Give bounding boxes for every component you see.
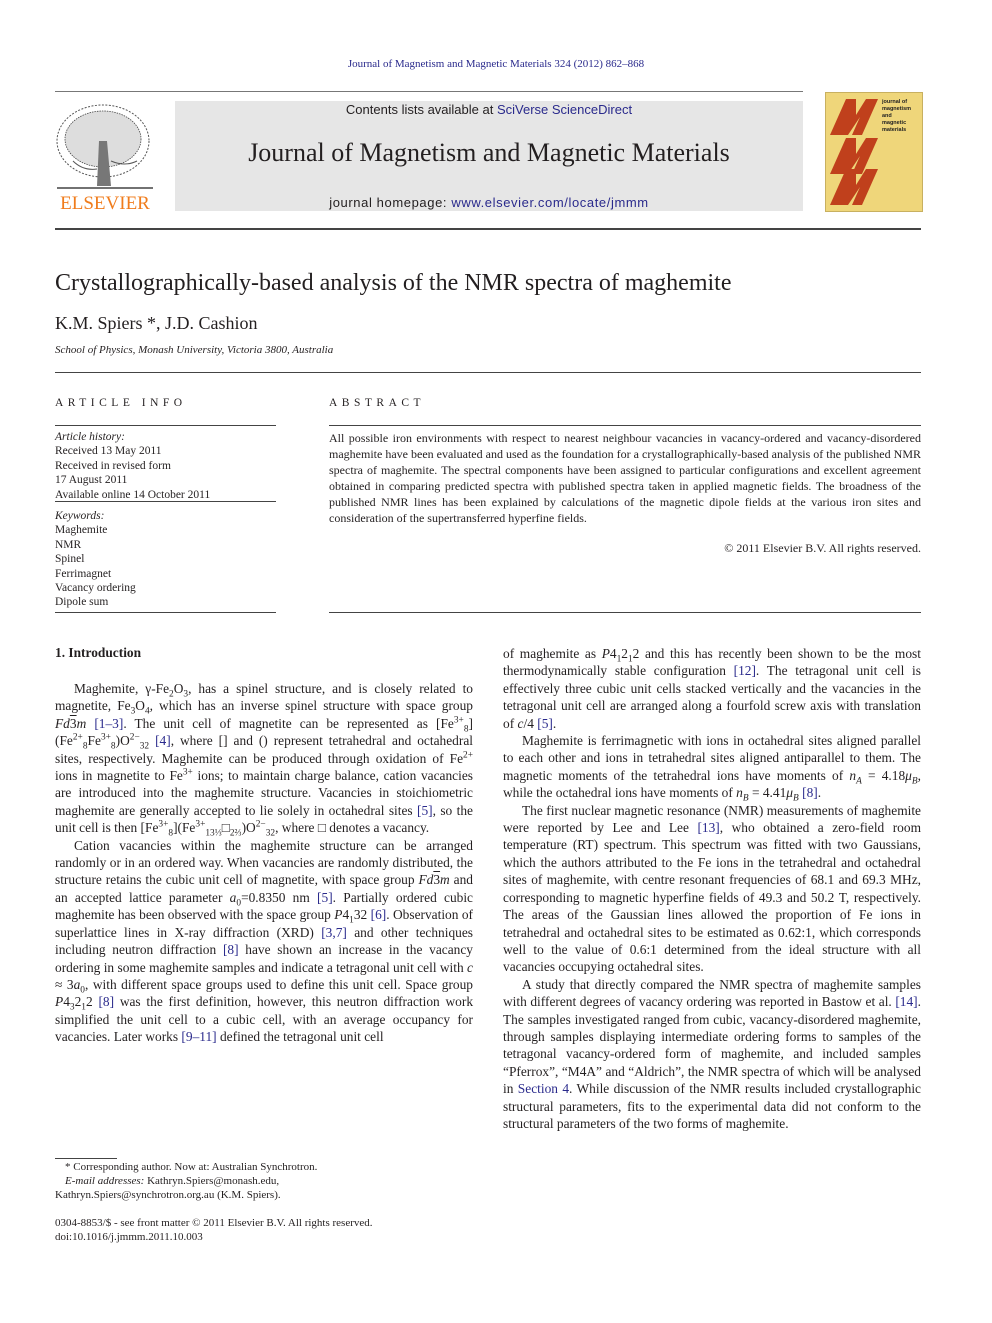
elsevier-tree-icon: ELSEVIER (56, 104, 153, 214)
journal-title: Journal of Magnetism and Magnetic Materi… (248, 138, 730, 167)
article-title: Crystallographically-based analysis of t… (55, 270, 732, 296)
footnote: * Corresponding author. Now at: Australi… (55, 1160, 495, 1202)
running-citation[interactable]: Journal of Magnetism and Magnetic Materi… (0, 58, 992, 70)
paragraph: Maghemite, γ-Fe2O3, has a spinel structu… (55, 681, 473, 839)
article-history: Article history: Received 13 May 2011 Re… (55, 430, 280, 502)
keyword-item: NMR (55, 538, 82, 551)
citation-link[interactable]: [13] (697, 820, 719, 835)
contents-line: Contents lists available at SciVerse Sci… (175, 102, 803, 117)
homepage-link[interactable]: www.elsevier.com/locate/jmmm (451, 195, 648, 210)
svg-text:magnetism: magnetism (882, 106, 911, 112)
citation-link[interactable]: [5] (317, 890, 333, 905)
article-info-heading: ARTICLE INFO (55, 397, 187, 409)
corresponding-author-note: * Corresponding author. Now at: Australi… (65, 1161, 318, 1173)
abstract-rule-top (329, 425, 921, 426)
email-link[interactable]: Kathryn.Spiers@synchrotron.org.au (K.M. … (55, 1188, 495, 1202)
keyword-item: Maghemite (55, 524, 108, 537)
citation-link[interactable]: [8] (98, 994, 114, 1009)
elsevier-logo[interactable]: ELSEVIER (53, 101, 157, 214)
keyword-item: Vacancy ordering (55, 582, 136, 595)
svg-text:journal of: journal of (881, 99, 907, 105)
sciencedirect-link[interactable]: SciVerse ScienceDirect (497, 102, 632, 117)
body-column-left: Maghemite, γ-Fe2O3, has a spinel structu… (55, 680, 473, 1046)
history-item: Available online 14 October 2011 (55, 488, 211, 501)
citation-link[interactable]: [9–11] (181, 1029, 216, 1044)
keyword-item: Spinel (55, 553, 85, 566)
article-info-rule-top (55, 425, 276, 426)
affiliation-rule (55, 372, 921, 373)
svg-text:ELSEVIER: ELSEVIER (60, 193, 150, 213)
citation-link[interactable]: [1–3] (94, 716, 123, 731)
header-rule (55, 91, 803, 92)
article-info-rule-mid (55, 501, 276, 502)
footnote-rule (55, 1158, 117, 1159)
abstract-text: All possible iron environments with resp… (329, 431, 921, 525)
citation-link[interactable]: [4] (155, 733, 171, 748)
history-label: Article history: (55, 431, 125, 443)
citation-link[interactable]: [12] (734, 663, 756, 678)
paragraph: Maghemite is ferrimagnetic with ions in … (503, 733, 921, 804)
section-heading-introduction: 1. Introduction (55, 645, 142, 660)
keywords-label: Keywords: (55, 510, 105, 522)
paragraph: The first nuclear magnetic resonance (NM… (503, 802, 921, 975)
citation-link[interactable]: [8] (802, 785, 818, 800)
citation-link[interactable]: [5] (537, 716, 553, 731)
paragraph: Cation vacancies within the maghemite st… (55, 837, 474, 1045)
article-authors: K.M. Spiers *, J.D. Cashion (55, 313, 258, 333)
svg-text:materials: materials (882, 127, 906, 133)
homepage-prefix: journal homepage: (329, 195, 452, 210)
header-thick-rule (55, 228, 921, 230)
keywords: Keywords: Maghemite NMR Spinel Ferrimagn… (55, 509, 280, 610)
article-info-rule-bottom (55, 612, 276, 613)
front-matter: 0304-8853/$ - see front matter © 2011 El… (55, 1216, 373, 1244)
email-link[interactable]: Kathryn.Spiers@monash.edu, (144, 1175, 279, 1187)
abstract-copyright: © 2011 Elsevier B.V. All rights reserved… (724, 541, 921, 555)
citation-link[interactable]: [3,7] (321, 925, 347, 940)
citation-link[interactable]: [8] (223, 942, 239, 957)
doi-line[interactable]: doi:10.1016/j.jmmm.2011.10.003 (55, 1230, 373, 1244)
history-item: 17 August 2011 (55, 474, 128, 487)
jmmm-cover-icon: journal of magnetism and magnetic materi… (830, 99, 911, 205)
svg-text:and: and (882, 113, 892, 119)
email-label: E-mail addresses: (65, 1175, 145, 1187)
citation-link[interactable]: [14] (895, 994, 917, 1009)
keyword-item: Ferrimagnet (55, 567, 112, 580)
abstract-heading: ABSTRACT (329, 397, 426, 409)
keyword-item: Dipole sum (55, 596, 109, 609)
paragraph: A study that directly compared the NMR s… (503, 976, 921, 1131)
abstract-rule-bottom (329, 612, 921, 613)
history-item: Received in revised form (55, 459, 171, 472)
citation-link[interactable]: [5] (417, 803, 433, 818)
email-line: E-mail addresses: Kathryn.Spiers@monash.… (55, 1174, 495, 1188)
contents-prefix: Contents lists available at (345, 102, 497, 117)
journal-homepage: journal homepage: www.elsevier.com/locat… (175, 195, 803, 210)
journal-cover[interactable]: journal of magnetism and magnetic materi… (825, 92, 923, 212)
issn-line: 0304-8853/$ - see front matter © 2011 El… (55, 1217, 373, 1229)
citation-link[interactable]: [6] (371, 907, 387, 922)
history-item: Received 13 May 2011 (55, 445, 162, 458)
author-affiliation: School of Physics, Monash University, Vi… (55, 344, 334, 356)
body-column-right: of maghemite as P41212 and this has rece… (503, 645, 921, 1132)
svg-text:magnetic: magnetic (882, 120, 906, 126)
paragraph: of maghemite as P41212 and this has rece… (503, 646, 921, 731)
section-link[interactable]: Section 4 (518, 1081, 569, 1096)
